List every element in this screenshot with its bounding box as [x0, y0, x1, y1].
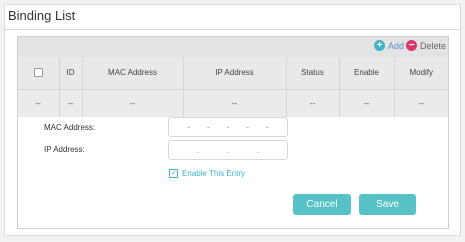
column-header-modify: Modify [394, 57, 448, 90]
table-cell: -- [418, 98, 424, 108]
table-cell: -- [18, 89, 60, 117]
column-header-status: Status [286, 57, 340, 90]
ip-address-field[interactable]: . . . [168, 140, 288, 160]
table-cell: -- [59, 89, 83, 117]
table-cell: -- [339, 89, 395, 117]
table-row: -- -- -- -- -- -- -- [18, 89, 448, 117]
enable-entry-option[interactable]: ✓ Enable This Entry [169, 169, 245, 178]
field-separator: - [206, 122, 210, 132]
delete-label: Delete [420, 40, 447, 51]
column-header-ip: IP Address [183, 57, 287, 90]
add-button[interactable]: + Add [374, 40, 404, 51]
panel-title: Binding List [8, 8, 76, 23]
table-header-row: ID MAC Address IP Address Status Enable … [18, 57, 448, 90]
field-separator: . [196, 145, 200, 155]
field-separator: - [246, 122, 250, 132]
enable-entry-label: Enable This Entry [182, 169, 245, 178]
column-header-id: ID [59, 57, 83, 90]
field-separator: - [187, 122, 191, 132]
table-cell: -- [82, 89, 184, 117]
plus-circle-icon: + [374, 40, 385, 51]
save-button[interactable]: Save [359, 194, 416, 215]
binding-table: ID MAC Address IP Address Status Enable … [18, 57, 448, 117]
binding-table-container: + Add − Delete ID MAC Address IP Address… [17, 36, 449, 229]
table-toolbar: + Add − Delete [18, 37, 448, 57]
column-header-mac: MAC Address [82, 57, 184, 90]
column-header-enable: Enable [339, 57, 395, 90]
field-separator: - [265, 122, 269, 132]
select-all-header [18, 57, 60, 90]
field-separator: . [256, 145, 260, 155]
minus-circle-icon: − [406, 40, 417, 51]
delete-button[interactable]: − Delete [406, 40, 446, 51]
mac-address-label: MAC Address: [44, 123, 96, 132]
field-separator: . [226, 145, 230, 155]
field-separator: - [226, 122, 230, 132]
add-label: Add [388, 40, 405, 51]
enable-entry-checkbox[interactable]: ✓ [169, 169, 178, 178]
table-cell: -- [183, 89, 287, 117]
cancel-button[interactable]: Cancel [293, 194, 351, 215]
title-divider [5, 29, 460, 30]
select-all-checkbox[interactable] [33, 68, 43, 78]
table-cell: -- [286, 89, 340, 117]
mac-address-field[interactable]: - - - - - [168, 117, 288, 137]
ip-address-label: IP Address: [44, 145, 85, 154]
